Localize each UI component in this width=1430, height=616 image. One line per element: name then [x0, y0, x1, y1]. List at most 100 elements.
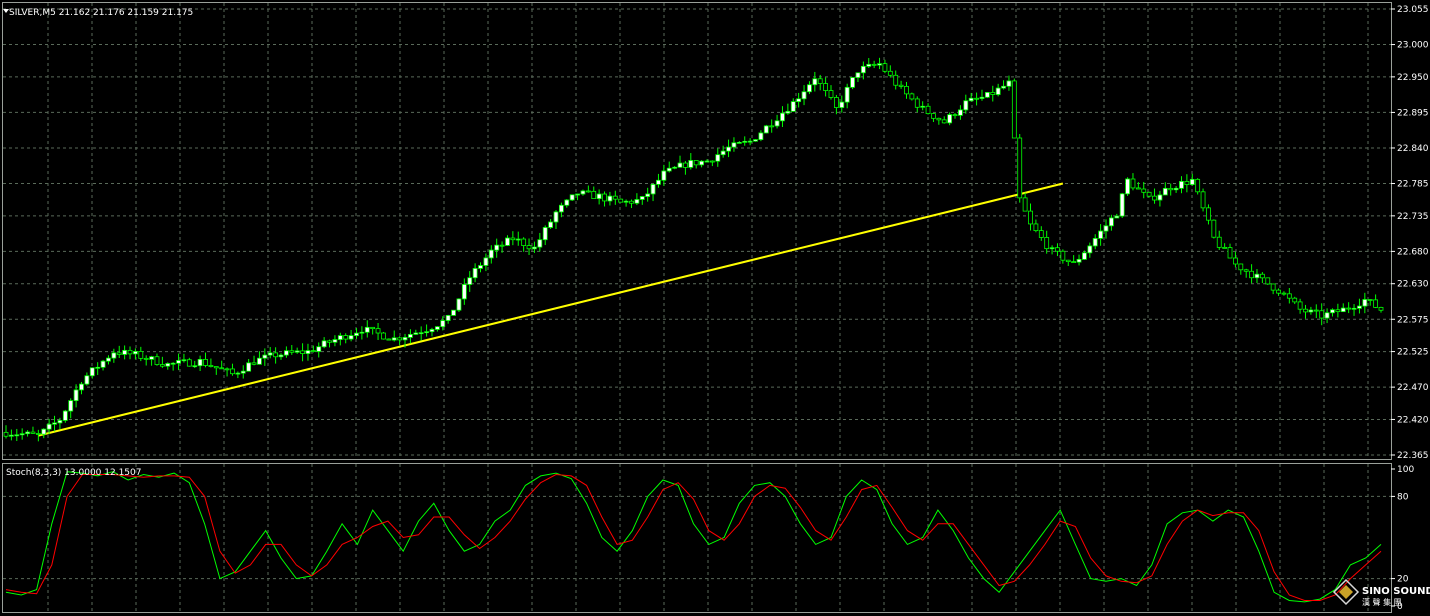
candle-body — [548, 221, 554, 228]
candle — [515, 231, 521, 246]
candle — [122, 345, 128, 360]
candle — [203, 352, 208, 368]
candle — [230, 363, 235, 376]
candle — [483, 253, 489, 272]
candle-body — [138, 351, 144, 359]
candle-body — [1227, 247, 1233, 259]
candle-body — [111, 352, 117, 359]
candle — [683, 161, 688, 175]
candle-body — [553, 211, 559, 223]
candle-body — [591, 190, 597, 200]
candle — [1351, 304, 1357, 316]
candle-body — [1378, 306, 1384, 311]
candle-body — [532, 246, 537, 250]
candle-body — [736, 141, 742, 144]
candle — [1195, 178, 1201, 195]
candle — [30, 426, 36, 434]
candle-body — [515, 238, 521, 241]
candle — [1033, 219, 1039, 233]
candle-body — [645, 193, 651, 197]
candle — [1049, 245, 1055, 255]
candle — [1071, 255, 1077, 264]
candle-body — [52, 422, 57, 425]
candle-body — [990, 92, 996, 95]
indicator-frame — [2, 463, 1392, 613]
candle-body — [327, 340, 332, 343]
candle — [672, 166, 678, 170]
candle-body — [537, 239, 543, 248]
candle-body — [963, 100, 969, 111]
price-tick-label: 22.470 — [1397, 383, 1429, 393]
candle-body — [742, 140, 748, 143]
price-tick-label: 22.950 — [1397, 73, 1429, 83]
candle-body — [364, 326, 370, 333]
candle — [855, 72, 861, 83]
candle-body — [1049, 247, 1055, 250]
candle-body — [569, 194, 575, 201]
candle-body — [186, 359, 192, 367]
candle-body — [1114, 215, 1120, 219]
candle — [1238, 263, 1244, 275]
candle — [1028, 203, 1033, 231]
candle-body — [1270, 283, 1276, 291]
candle-body — [25, 431, 30, 435]
candle-body — [1044, 237, 1050, 250]
candle-body — [46, 423, 52, 430]
candle — [1152, 188, 1157, 204]
candle-body — [585, 190, 591, 193]
candle — [294, 347, 300, 354]
candle-body — [612, 195, 618, 200]
candle-body — [1297, 301, 1303, 310]
candle-body — [623, 200, 629, 203]
candle-body — [968, 97, 974, 102]
candle-body — [316, 346, 322, 352]
candle — [62, 409, 68, 423]
candle-body — [461, 284, 467, 300]
candle — [591, 186, 597, 200]
candle-body — [391, 337, 397, 341]
candle-body — [1098, 230, 1104, 239]
candle-body — [666, 167, 672, 172]
price-tick-label: 22.420 — [1397, 415, 1429, 425]
candle-body — [1265, 277, 1271, 285]
candle-body — [348, 335, 354, 340]
candle — [1200, 188, 1206, 212]
candle — [661, 164, 667, 186]
candle-body — [833, 97, 839, 108]
candle-body — [1108, 217, 1114, 227]
candle — [742, 136, 748, 146]
candle-body — [494, 244, 500, 251]
candle — [974, 92, 979, 106]
candle — [909, 92, 915, 101]
candle-body — [278, 354, 284, 358]
candle-body — [860, 65, 866, 74]
candle-body — [920, 105, 926, 108]
candle — [693, 160, 699, 169]
candle — [488, 245, 494, 264]
candle — [1211, 219, 1217, 239]
candle — [1179, 176, 1184, 194]
candle-body — [1179, 181, 1184, 189]
candle-body — [807, 84, 812, 93]
candle — [1189, 173, 1195, 186]
candle-body — [408, 334, 413, 338]
candle — [375, 323, 381, 340]
candle — [3, 425, 9, 439]
candle-body — [224, 368, 230, 371]
candle-body — [1130, 178, 1136, 189]
candle — [607, 191, 613, 206]
candle — [1119, 192, 1125, 218]
candle-body — [855, 72, 861, 78]
candle-body — [1087, 245, 1093, 254]
candle — [332, 335, 338, 347]
candle-body — [780, 112, 785, 122]
candle — [882, 59, 888, 74]
candle-body — [1146, 191, 1152, 197]
candle — [677, 155, 683, 168]
candle-body — [521, 238, 527, 246]
candle — [1130, 173, 1136, 191]
candle — [769, 119, 775, 133]
candle-body — [1141, 188, 1147, 193]
candle-body — [159, 364, 165, 367]
candle — [1082, 250, 1087, 260]
